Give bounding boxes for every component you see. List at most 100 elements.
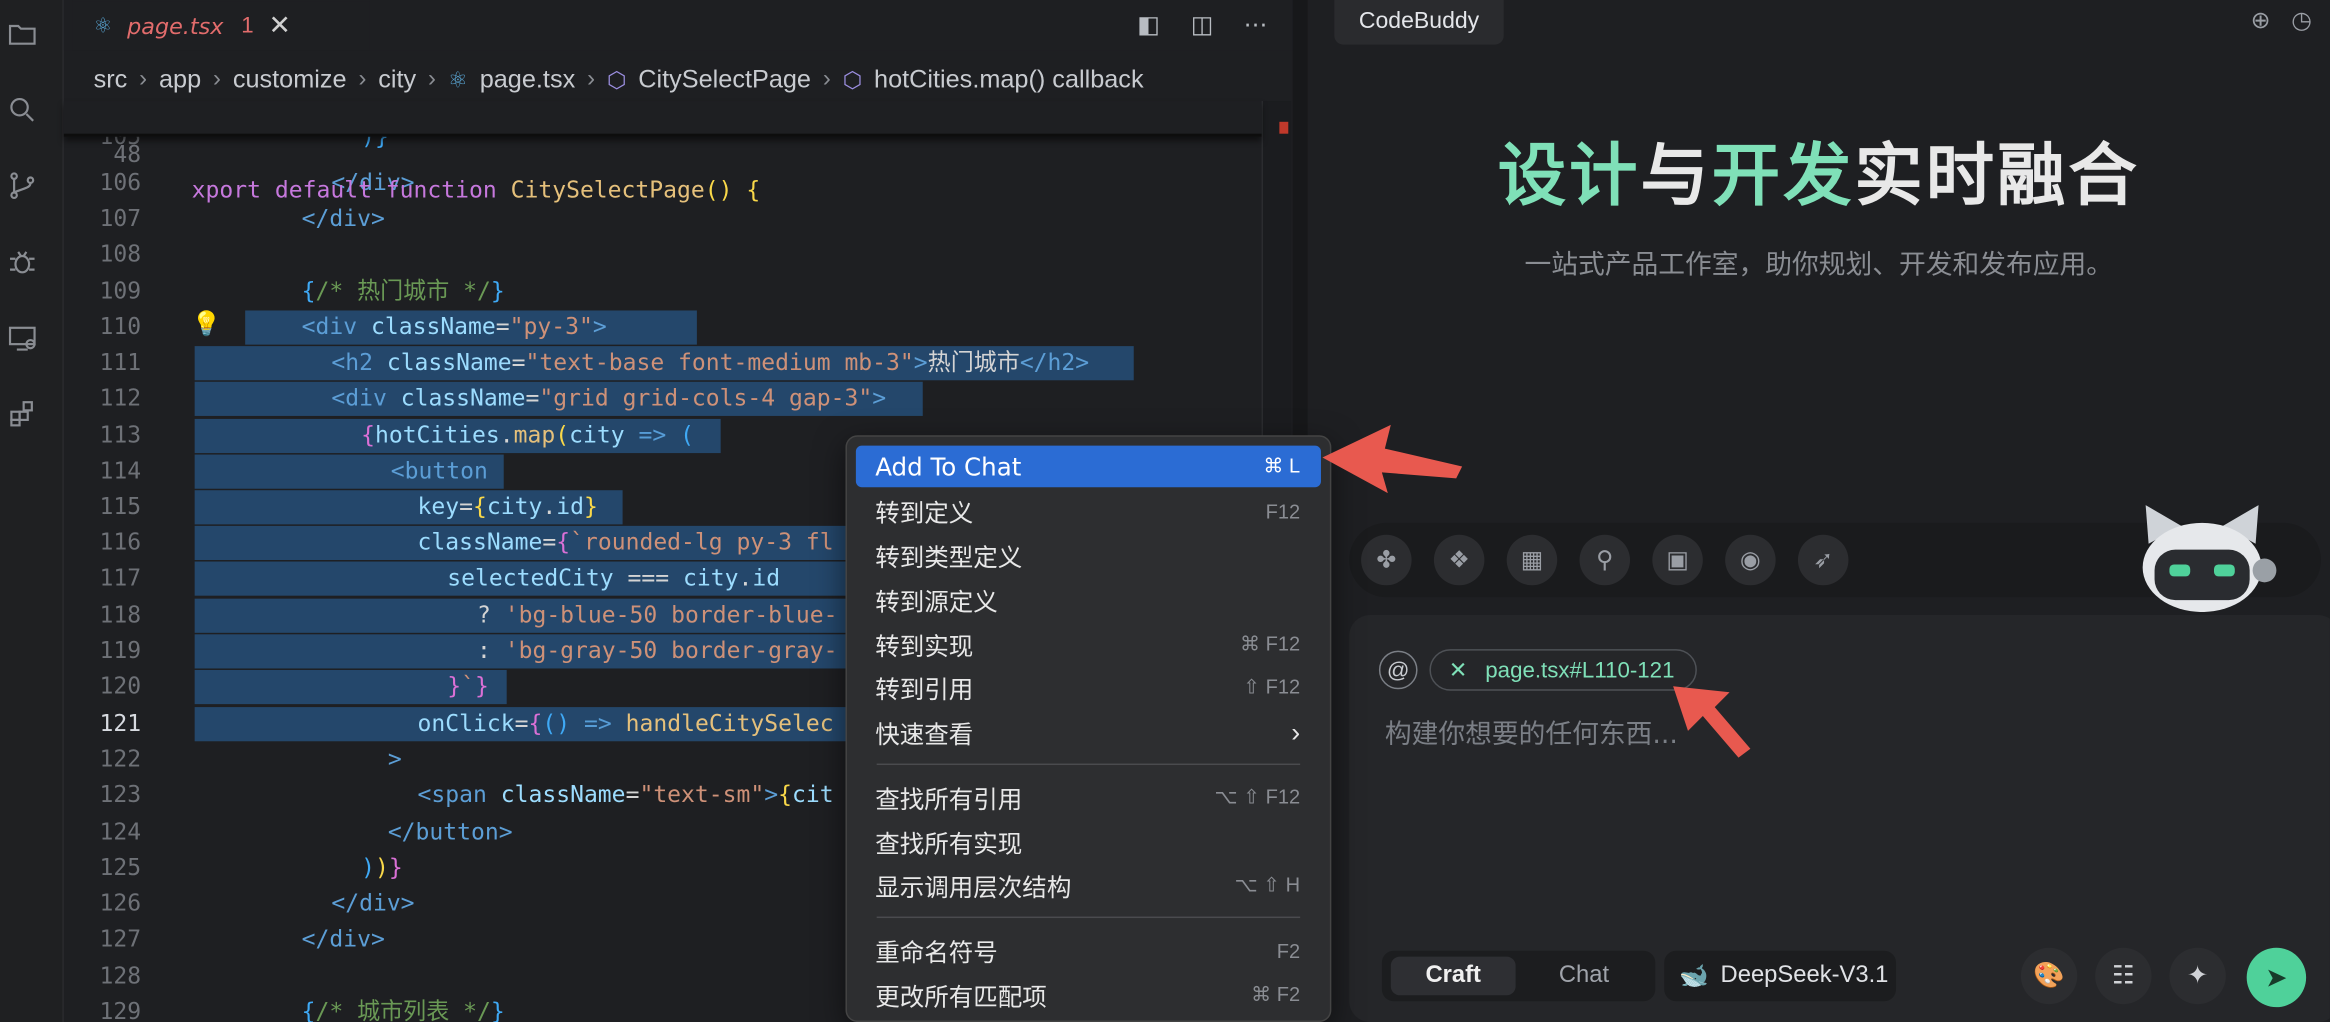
- chat-input-placeholder[interactable]: 构建你想要的任何东西...: [1385, 713, 1678, 752]
- menu-item-add-to-chat[interactable]: Add To Chat ⌘ L: [855, 445, 1321, 488]
- image-icon[interactable]: ▣: [1652, 534, 1703, 586]
- menu-item-peek[interactable]: 快速查看 ›: [856, 712, 1321, 754]
- tab-codebuddy[interactable]: CodeBuddy: [1334, 0, 1504, 45]
- mode-switch: Craft Chat: [1381, 950, 1656, 1002]
- menu-item-label: 重命名符号: [875, 938, 998, 968]
- deploy-icon[interactable]: ➶: [1797, 534, 1849, 586]
- source-control-icon[interactable]: [6, 169, 39, 202]
- line-number: 127: [99, 925, 142, 953]
- line-number: 111: [99, 349, 142, 376]
- symbol-function-icon: ⬡: [606, 68, 627, 94]
- code-text: }`}: [447, 672, 489, 700]
- line-number: 119: [99, 637, 142, 665]
- menu-shortcut: ⌥ ⇧ F12: [1214, 785, 1301, 809]
- breadcrumb-item[interactable]: src: [94, 65, 128, 95]
- code-text: key={city.id}: [417, 493, 598, 520]
- extensions-icon[interactable]: [6, 398, 39, 431]
- menu-shortcut: F12: [1265, 499, 1301, 523]
- menu-item-label: 显示调用层次结构: [875, 873, 1072, 902]
- plug-icon[interactable]: ⚲: [1579, 534, 1631, 586]
- code-text: ? 'bg-blue-50 border-blue-: [476, 601, 838, 629]
- split-editor-icon[interactable]: ◫: [1186, 9, 1219, 42]
- remote-explorer-icon[interactable]: [6, 322, 39, 355]
- history-icon[interactable]: ◷: [2291, 6, 2312, 36]
- preview-icon[interactable]: ◉: [1725, 534, 1776, 586]
- code-text: xport default function CitySelectPage() …: [191, 176, 761, 204]
- breadcrumb-item[interactable]: CitySelectPage: [638, 65, 811, 95]
- menu-item-show-call-hierarchy[interactable]: 显示调用层次结构 ⌥ ⇧ H: [856, 865, 1321, 907]
- breadcrumb-item[interactable]: city: [378, 65, 416, 95]
- breadcrumb-item[interactable]: page.tsx: [480, 65, 575, 95]
- component-icon[interactable]: ❖: [1433, 534, 1485, 586]
- open-preview-icon[interactable]: ◧: [1132, 9, 1165, 42]
- menu-item-label: 转到定义: [875, 499, 974, 528]
- line-number: 126: [99, 889, 142, 917]
- menu-item-label: 查找所有引用: [875, 785, 1023, 815]
- menu-item-change-all-occurrences[interactable]: 更改所有匹配项 ⌘ F2: [856, 974, 1321, 1016]
- menu-separator: [876, 916, 1301, 919]
- line-number: 128: [99, 962, 142, 990]
- code-text: )}: [361, 133, 389, 151]
- tab-page-tsx[interactable]: ⚛ page.tsx 1 ✕: [72, 0, 370, 51]
- menu-item-label: 转到引用: [875, 675, 974, 705]
- line-number: 118: [99, 601, 142, 629]
- menu-item-go-to-definition[interactable]: 转到定义 F12: [856, 490, 1321, 532]
- chat-input-box[interactable]: @ ✕ page.tsx#L110-121 构建你想要的任何东西... Craf…: [1349, 614, 2330, 1022]
- menu-item-rename-symbol[interactable]: 重命名符号 F2: [856, 930, 1321, 972]
- mention-icon[interactable]: @: [1378, 650, 1418, 690]
- model-name: DeepSeek-V3.1: [1720, 962, 1889, 988]
- tab-chat[interactable]: Chat: [1522, 957, 1647, 996]
- line-number: 109: [99, 277, 142, 305]
- menu-item-find-all-implementations[interactable]: 查找所有实现: [856, 821, 1321, 863]
- editor-tab-bar: ⚛ page.tsx 1 ✕ ◧ ◫ ⋯: [63, 0, 1293, 51]
- breadcrumb-item[interactable]: app: [159, 65, 201, 95]
- menu-item-go-to-source-definition[interactable]: 转到源定义: [856, 579, 1321, 621]
- codebuddy-panel: CodeBuddy ⊕ ◷ 设计与开发实时融合 一站式产品工作室，助你规划、开发…: [1292, 0, 2330, 1022]
- menu-item-label: Add To Chat: [875, 452, 1022, 481]
- line-number: 116: [99, 528, 142, 556]
- checklist-icon[interactable]: ☷: [2095, 947, 2152, 1005]
- code-text: ))}: [361, 854, 403, 881]
- breadcrumb-item[interactable]: hotCities.map() callback: [874, 65, 1144, 95]
- close-icon[interactable]: ✕: [269, 10, 291, 41]
- code-text: {hotCities.map(city => (: [361, 421, 695, 449]
- context-menu: Add To Chat ⌘ L 转到定义 F12 转到类型定义 转到源定义 转到实现…: [845, 435, 1332, 1022]
- sticky-scroll-line[interactable]: 48 xport default function CitySelectPage…: [63, 101, 1262, 204]
- lightbulb-icon[interactable]: 💡: [192, 309, 222, 339]
- menu-item-find-all-references[interactable]: 查找所有引用 ⌥ ⇧ F12: [856, 777, 1321, 819]
- menu-item-go-to-references[interactable]: 转到引用 ⇧ F12: [856, 667, 1321, 709]
- menu-item-go-to-type-definition[interactable]: 转到类型定义: [856, 535, 1321, 577]
- more-actions-icon[interactable]: ⋯: [1239, 9, 1272, 42]
- figma-icon[interactable]: ✤: [1361, 534, 1412, 586]
- folder-icon[interactable]: [6, 18, 39, 51]
- line-number: 113: [99, 421, 142, 449]
- menu-item-label: 转到源定义: [875, 588, 998, 617]
- send-icon: ➤: [2265, 961, 2288, 992]
- error-marker: [1279, 121, 1289, 134]
- chevron-right-icon: ›: [139, 66, 148, 93]
- debug-icon[interactable]: [6, 245, 39, 278]
- line-number: 120: [99, 672, 142, 700]
- code-text: selectedCity === city.id: [447, 564, 781, 592]
- breadcrumb: src › app › customize › city › ⚛ page.tsx › ⬡ C…: [94, 62, 1144, 98]
- close-icon[interactable]: ✕: [1449, 657, 1468, 683]
- breadcrumb-item[interactable]: customize: [233, 65, 347, 95]
- hero-title: 设计与开发实时融合: [1497, 135, 2140, 216]
- tab-craft[interactable]: Craft: [1390, 956, 1516, 996]
- palette-icon[interactable]: 🎨: [2020, 947, 2078, 1005]
- line-number: 117: [99, 564, 142, 592]
- send-button[interactable]: ➤: [2246, 947, 2307, 1008]
- code-text: <span className="text-sm">{cit: [417, 781, 834, 809]
- chevron-right-icon: ›: [428, 66, 436, 93]
- context-chip[interactable]: ✕ page.tsx#L110-121: [1429, 649, 1697, 691]
- menu-shortcut: ⇧ F12: [1243, 675, 1301, 699]
- line-number: 122: [99, 745, 142, 773]
- blocks-icon[interactable]: ▦: [1506, 534, 1558, 586]
- search-icon[interactable]: [6, 94, 39, 127]
- new-chat-icon[interactable]: ⊕: [2251, 6, 2271, 36]
- deepseek-icon: 🐋: [1679, 964, 1709, 990]
- menu-item-go-to-implementation[interactable]: 转到实现 ⌘ F12: [856, 624, 1321, 666]
- sparkle-icon[interactable]: ✦: [2169, 947, 2226, 1005]
- model-selector[interactable]: 🐋 DeepSeek-V3.1: [1664, 950, 1897, 1002]
- chevron-right-icon: ›: [1291, 716, 1301, 747]
